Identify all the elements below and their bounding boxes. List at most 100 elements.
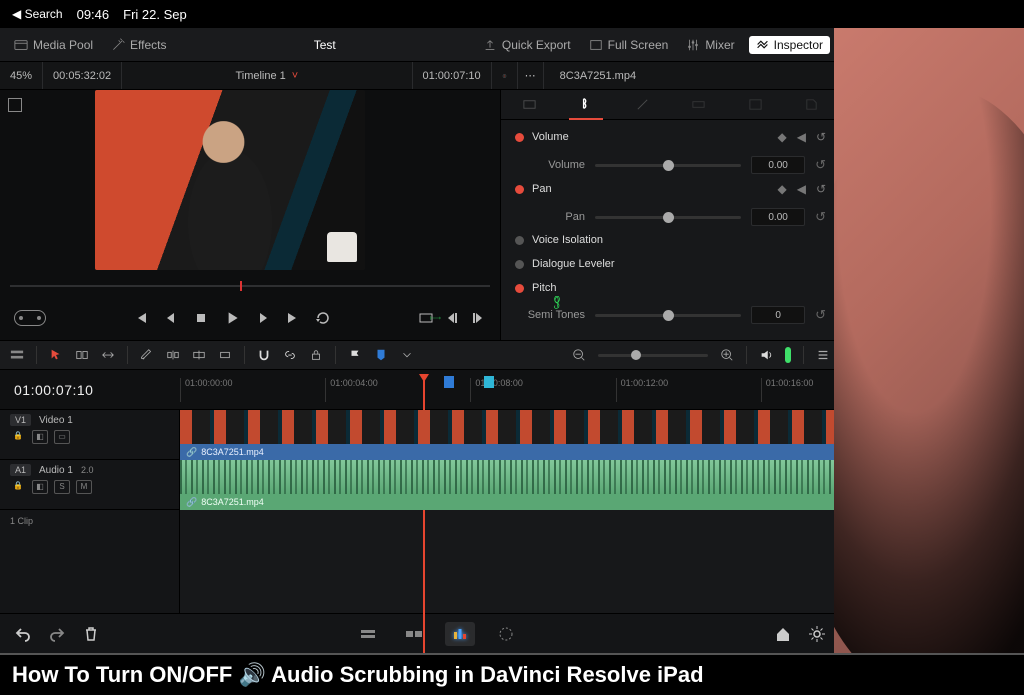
marker-blue[interactable] xyxy=(444,376,454,388)
zoom-slider[interactable] xyxy=(598,354,708,357)
reset-icon[interactable]: ↺ xyxy=(816,130,826,144)
step-forward-button[interactable] xyxy=(255,310,271,326)
marker-cyan[interactable] xyxy=(484,376,494,388)
solo-toggle[interactable]: S xyxy=(54,480,70,494)
semitones-slider[interactable] xyxy=(595,314,741,317)
semitones-value[interactable]: 0 xyxy=(751,306,805,324)
home-button[interactable] xyxy=(774,625,792,643)
pitch-section[interactable]: Pitch xyxy=(501,276,840,300)
settings-button[interactable] xyxy=(808,625,826,643)
keyframe-diamond-icon[interactable]: ◆ xyxy=(777,130,786,144)
keyframe-prev-icon[interactable]: ◀ xyxy=(797,130,806,144)
timeline-view-options[interactable] xyxy=(10,348,24,362)
mute-toggle[interactable]: M xyxy=(76,480,92,494)
audio-track-lane[interactable]: 🔗8C3A7251.mp4 xyxy=(180,460,840,510)
viewer-menu[interactable]: ⋯ xyxy=(518,62,544,89)
overwrite-clip-button[interactable] xyxy=(192,348,206,362)
playhead-timecode[interactable]: 01:00:07:10 xyxy=(0,382,180,398)
video-track-header[interactable]: V1Video 1 🔒 ◧ ▭ xyxy=(0,410,179,460)
back-to-search[interactable]: ◀ Search xyxy=(12,7,63,21)
audio-track-header[interactable]: A1Audio 12.0 🔒 ◧ S M xyxy=(0,460,179,510)
redo-button[interactable] xyxy=(48,625,66,643)
tab-image[interactable] xyxy=(738,90,772,120)
semitones-reset[interactable]: ↺ xyxy=(815,307,826,323)
timeline-menu-button[interactable] xyxy=(816,348,830,362)
match-frame-button[interactable] xyxy=(418,310,434,326)
record-timecode[interactable]: 01:00:07:10 xyxy=(413,62,492,89)
insert-clip-button[interactable] xyxy=(166,348,180,362)
dynamic-trim-tool[interactable] xyxy=(101,348,115,362)
snap-button[interactable] xyxy=(257,348,271,362)
full-screen-button[interactable]: Full Screen xyxy=(585,36,673,54)
auto-select-toggle[interactable]: ◧ xyxy=(32,430,48,444)
enable-dot[interactable] xyxy=(515,185,524,194)
position-lock-button[interactable] xyxy=(309,348,323,362)
color-page-tab[interactable] xyxy=(445,622,475,646)
timeline-name-dropdown[interactable]: Timeline 1 ˅ xyxy=(122,62,412,89)
marker-dropdown[interactable] xyxy=(400,348,414,362)
volume-reset[interactable]: ↺ xyxy=(815,157,826,173)
tab-effects[interactable] xyxy=(625,90,659,120)
video-track-lane[interactable]: 🔗8C3A7251.mp4 xyxy=(180,410,840,460)
jog-wheel[interactable] xyxy=(14,310,46,326)
audio-scrub-icon[interactable] xyxy=(759,348,773,362)
enable-dot[interactable] xyxy=(515,236,524,245)
undo-button[interactable] xyxy=(14,625,32,643)
enable-dot[interactable] xyxy=(515,284,524,293)
media-pool-button[interactable]: Media Pool xyxy=(10,36,97,54)
effects-button[interactable]: Effects xyxy=(107,36,170,54)
tab-file[interactable] xyxy=(795,90,829,120)
auto-select-toggle[interactable]: ◧ xyxy=(32,480,48,494)
source-timecode[interactable]: 00:05:32:02 xyxy=(43,62,122,89)
enable-dot[interactable] xyxy=(515,133,524,142)
flag-button[interactable] xyxy=(348,348,362,362)
bypass-fx-button[interactable] xyxy=(492,62,518,89)
tab-audio[interactable] xyxy=(569,90,603,120)
voice-isolation-section[interactable]: Voice Isolation xyxy=(501,228,840,252)
link-button[interactable] xyxy=(283,348,297,362)
project-name[interactable]: Test xyxy=(310,36,340,54)
zoom-out-button[interactable] xyxy=(572,348,586,362)
last-frame-button[interactable] xyxy=(285,310,301,326)
mark-out-button[interactable] xyxy=(470,310,486,326)
inspector-button[interactable]: Inspector xyxy=(749,36,830,54)
volume-slider[interactable] xyxy=(595,164,741,167)
viewer-frame[interactable] xyxy=(95,90,365,270)
video-clip[interactable]: 🔗8C3A7251.mp4 xyxy=(180,410,840,459)
pan-slider[interactable] xyxy=(595,216,741,219)
pan-reset[interactable]: ↺ xyxy=(815,209,826,225)
disable-track-toggle[interactable]: ▭ xyxy=(54,430,70,444)
volume-section[interactable]: Volume ◆◀↺ xyxy=(501,124,840,150)
selection-tool[interactable] xyxy=(49,348,63,362)
stop-button[interactable] xyxy=(193,310,209,326)
quick-export-button[interactable]: Quick Export xyxy=(479,36,575,54)
step-back-button[interactable] xyxy=(163,310,179,326)
enable-dot[interactable] xyxy=(515,260,524,269)
first-frame-button[interactable] xyxy=(133,310,149,326)
mark-in-button[interactable] xyxy=(444,310,460,326)
pan-section[interactable]: Pan ◆◀↺ xyxy=(501,176,840,202)
mixer-button[interactable]: Mixer xyxy=(682,36,738,54)
audio-scrub-toggle[interactable] xyxy=(785,347,791,363)
crop-icon[interactable] xyxy=(8,98,22,112)
marker-button[interactable] xyxy=(374,348,388,362)
play-button[interactable] xyxy=(223,309,241,327)
lock-icon[interactable]: 🔒 xyxy=(10,480,26,494)
viewer-scrubber[interactable] xyxy=(0,276,500,296)
blade-tool[interactable] xyxy=(140,348,154,362)
volume-value[interactable]: 0.00 xyxy=(751,156,805,174)
cut-page-tab[interactable] xyxy=(353,622,383,646)
timeline-ruler[interactable]: 01:00:07:10 01:00:00:00 01:00:04:00 01:0… xyxy=(0,370,840,410)
lock-icon[interactable]: 🔒 xyxy=(10,430,26,444)
tab-video[interactable] xyxy=(512,90,546,120)
audio-clip[interactable]: 🔗8C3A7251.mp4 xyxy=(180,460,840,509)
deliver-page-tab[interactable] xyxy=(491,622,521,646)
pan-value[interactable]: 0.00 xyxy=(751,208,805,226)
zoom-in-button[interactable] xyxy=(720,348,734,362)
loop-button[interactable] xyxy=(315,310,331,326)
zoom-percent[interactable]: 45% xyxy=(0,62,43,89)
dialogue-leveler-section[interactable]: Dialogue Leveler xyxy=(501,252,840,276)
trim-tool[interactable] xyxy=(75,348,89,362)
delete-button[interactable] xyxy=(82,625,100,643)
replace-clip-button[interactable] xyxy=(218,348,232,362)
